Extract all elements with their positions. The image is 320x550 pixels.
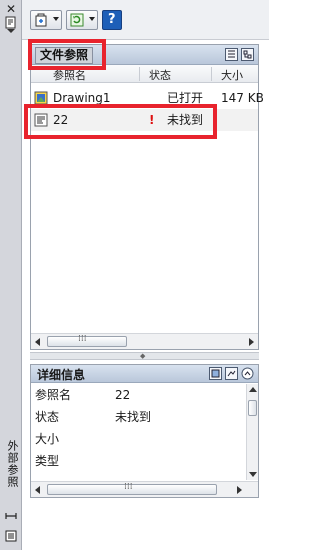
chevron-down-icon[interactable] bbox=[89, 17, 95, 21]
detail-row: 状态 未找到 bbox=[31, 406, 245, 428]
help-button[interactable]: ? bbox=[102, 10, 122, 30]
ref-status: 已打开 bbox=[167, 91, 204, 105]
panel-splitter[interactable]: ◆ bbox=[30, 352, 259, 360]
close-icon[interactable]: ✕ bbox=[5, 3, 17, 15]
tree-view-icon[interactable] bbox=[241, 48, 254, 61]
horizontal-scrollbar[interactable]: ⁞⁞⁞ bbox=[31, 333, 258, 349]
scroll-left-icon[interactable] bbox=[35, 338, 40, 346]
scroll-thumb[interactable]: ⁞⁞⁞ bbox=[47, 482, 217, 495]
ref-name: 22 bbox=[53, 113, 69, 127]
collapse-icon[interactable] bbox=[241, 367, 254, 380]
palette-title-strip: ✕ 外部参照 bbox=[0, 0, 22, 550]
auto-hide-icon[interactable] bbox=[4, 510, 18, 522]
refresh-button[interactable] bbox=[66, 10, 98, 30]
detail-value: 未找到 bbox=[115, 410, 152, 424]
missing-dwg-icon bbox=[34, 113, 48, 127]
attach-drawing-icon bbox=[35, 13, 47, 27]
table-row[interactable]: 22 ! 未找到 bbox=[31, 109, 258, 131]
file-references-panel: 文件参照 参照名 状态 大小 Drawing1 已打开 147 KB 22 ! … bbox=[30, 44, 264, 350]
details-view-icon[interactable] bbox=[209, 367, 222, 380]
grip-icon: ⁞⁞⁞ bbox=[78, 334, 87, 344]
column-header-name[interactable]: 参照名 bbox=[53, 67, 86, 83]
ref-status: 未找到 bbox=[167, 113, 204, 127]
detail-key: 大小 bbox=[35, 432, 60, 446]
refresh-icon bbox=[70, 13, 84, 27]
detail-value[interactable]: 22 bbox=[115, 384, 130, 406]
scroll-up-icon[interactable] bbox=[249, 387, 257, 392]
chevron-down-icon[interactable] bbox=[53, 17, 59, 21]
column-header-status[interactable]: 状态 bbox=[149, 67, 171, 83]
detail-row: 参照名 22 bbox=[31, 384, 245, 406]
detail-key: 状态 bbox=[35, 410, 60, 424]
scroll-down-icon[interactable] bbox=[249, 472, 257, 477]
grip-icon: ⁞⁞⁞ bbox=[124, 482, 133, 492]
scroll-thumb[interactable]: ⁞⁞⁞ bbox=[47, 334, 127, 347]
scroll-right-icon[interactable] bbox=[249, 338, 254, 346]
preview-icon[interactable] bbox=[225, 367, 238, 380]
ref-name: Drawing1 bbox=[53, 91, 111, 105]
details-panel: 详细信息 参照名 22 状态 未找到 大小 类型 ⁞⁞⁞ bbox=[30, 364, 259, 498]
detail-row: 类型 bbox=[31, 450, 245, 472]
ref-size: 147 KB bbox=[221, 91, 264, 105]
detail-key: 参照名 bbox=[35, 388, 72, 402]
column-header-size[interactable]: 大小 bbox=[221, 67, 243, 83]
splitter-grip-icon: ◆ bbox=[140, 352, 146, 360]
vertical-scrollbar[interactable] bbox=[246, 384, 258, 480]
scroll-thumb[interactable] bbox=[248, 400, 257, 416]
drawing-file-icon bbox=[34, 91, 48, 105]
table-row[interactable]: Drawing1 已打开 147 KB bbox=[31, 87, 264, 109]
warning-icon: ! bbox=[149, 113, 155, 127]
toolbar: ? bbox=[22, 0, 269, 40]
palette-title: 外部参照 bbox=[6, 440, 19, 488]
horizontal-scrollbar[interactable]: ⁞⁞⁞ bbox=[31, 481, 258, 497]
detail-row: 大小 bbox=[31, 428, 245, 450]
scroll-left-icon[interactable] bbox=[35, 486, 40, 494]
scroll-right-icon[interactable] bbox=[237, 486, 242, 494]
panel-title: 详细信息 bbox=[37, 368, 86, 382]
palette-menu-icon[interactable] bbox=[4, 530, 18, 542]
list-view-icon[interactable] bbox=[225, 48, 238, 61]
attach-dwg-button[interactable] bbox=[30, 10, 62, 30]
details-header: 详细信息 bbox=[31, 365, 258, 383]
help-icon: ? bbox=[108, 12, 116, 27]
column-header-row: 参照名 状态 大小 bbox=[31, 65, 258, 83]
detail-key: 类型 bbox=[35, 454, 60, 468]
file-references-header: 文件参照 bbox=[31, 45, 258, 65]
palette-properties-icon[interactable] bbox=[4, 16, 18, 34]
panel-title: 文件参照 bbox=[35, 47, 94, 64]
